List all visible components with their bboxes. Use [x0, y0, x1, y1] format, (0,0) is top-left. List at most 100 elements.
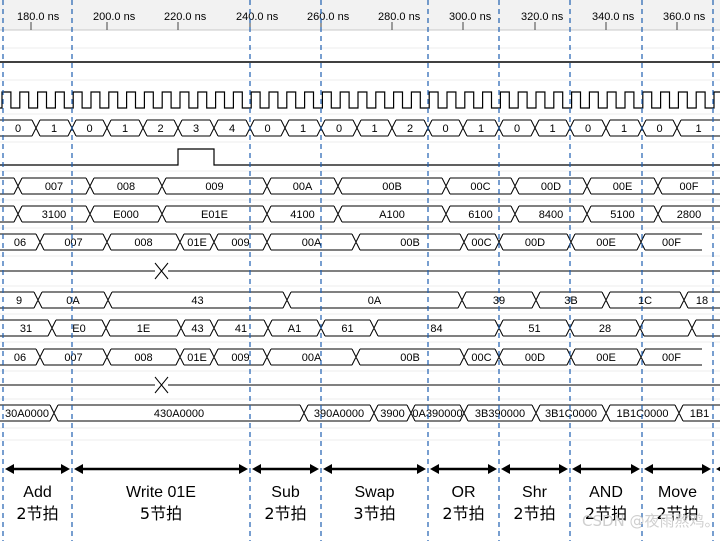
signal-row-data-bus: 31 E0 1E 43 41 A1 61 84 51 28 [0, 319, 720, 337]
bus-value: A1 [288, 323, 301, 335]
arrow-head-left [74, 464, 83, 474]
signal-row-pc: 007 008 009 00A 00B 00C 00D 00E 00F [0, 177, 720, 195]
bus-value: 009 [231, 352, 249, 364]
bus-value: 1E [137, 323, 150, 335]
signal-row-acc: 9 0A 43 0A 39 3B 1C 18 [0, 291, 720, 309]
bus-value: 0 [15, 123, 21, 135]
time-ruler[interactable]: 180.0 ns 200.0 ns 220.0 ns 240.0 ns 260.0 ns… [0, 0, 720, 31]
bus-value: 00D [541, 181, 561, 193]
bus-value: 1C [638, 295, 652, 307]
bus-value: 00E [596, 352, 616, 364]
bus-value: 00A [293, 181, 313, 193]
bus-value: 8400 [539, 209, 563, 221]
bus-value: E0 [72, 323, 85, 335]
bus-value: 3B [564, 295, 577, 307]
instruction-name: OR [452, 484, 476, 501]
bus-value: 51 [528, 323, 540, 335]
bus-value: 6100 [468, 209, 492, 221]
instruction-5: OR 2节拍 [430, 464, 497, 523]
signal-row-write-pulse [0, 148, 720, 166]
bus-value: 43 [191, 323, 203, 335]
bus-value: 06 [14, 237, 26, 249]
ruler-tick-label: 200.0 ns [93, 11, 136, 23]
instruction-beats: 2节拍 [264, 504, 306, 523]
bus-value: 00C [470, 181, 490, 193]
bus-value: 00D [525, 352, 545, 364]
bus-value: 0 [86, 123, 92, 135]
signal-row-address-bus: 06 007 008 01E 009 00A 00B 00C 00D 00E 00F [0, 233, 702, 251]
bus-value: 1B1 [690, 408, 710, 420]
bus-value: 1 [122, 123, 128, 135]
bus-value: 4 [229, 123, 235, 135]
bus-value: 009 [205, 181, 223, 193]
bus-value: 1 [300, 123, 306, 135]
arrow-head-left [644, 464, 653, 474]
bus-value: 9 [16, 295, 22, 307]
bus-value: 008 [134, 237, 152, 249]
instruction-name: Shr [522, 484, 548, 501]
clock-wave [0, 91, 720, 109]
bus-value: 0 [514, 123, 520, 135]
bus-value: 1 [371, 123, 377, 135]
instruction-3: Sub 2节拍 [252, 464, 319, 523]
bus-value: 0 [264, 123, 270, 135]
signal-row-registers: 30A0000 430A0000 390A0000 3900 0A390000 3B390… [0, 404, 720, 422]
bus-value: 84 [430, 323, 442, 335]
bus-value: 28 [599, 323, 611, 335]
bus-value: 2 [407, 123, 413, 135]
signal-row-clock [0, 91, 720, 109]
bus-value: 007 [64, 352, 82, 364]
bus-value: A100 [379, 209, 405, 221]
ruler-tick-label: 340.0 ns [592, 11, 635, 23]
bus-value: 3 [193, 123, 199, 135]
arrow-head-right [488, 464, 497, 474]
ruler-tick-label: 260.0 ns [307, 11, 350, 23]
bus-value: 008 [134, 352, 152, 364]
arrow-head-right [61, 464, 70, 474]
bus-value: E000 [113, 209, 139, 221]
bus-value: 0A [66, 295, 80, 307]
bus-value: 00B [400, 237, 420, 249]
bus-value: 00F [680, 181, 699, 193]
bus-value: 008 [117, 181, 135, 193]
arrow-head-right [631, 464, 640, 474]
bus-value: 0A390000 [412, 408, 462, 420]
bus-value: 30A0000 [5, 408, 49, 420]
bus-value: 0 [336, 123, 342, 135]
arrow-head-right [310, 464, 319, 474]
arrow-head-left [501, 464, 510, 474]
bus-value: 00F [662, 352, 681, 364]
bus-outline [0, 319, 720, 337]
ruler-tick-label: 180.0 ns [17, 11, 60, 23]
strobe-wave [0, 376, 720, 394]
instruction-name: Add [23, 484, 51, 501]
instruction-name: Move [658, 484, 697, 501]
bus-value: 430A0000 [154, 408, 204, 420]
bus-value: 3B1C0000 [545, 408, 597, 420]
bus-value: 41 [235, 323, 247, 335]
signal-row-beat-counter: 0 1 0 1 2 3 4 0 1 0 1 2 0 1 0 1 0 1 0 1 [0, 119, 720, 137]
bus-value: 3900 [380, 408, 404, 420]
instruction-beats: 5节拍 [140, 504, 182, 523]
arrow-head-left [716, 466, 720, 472]
bus-value: 1 [51, 123, 57, 135]
arrow-head-right [559, 464, 568, 474]
arrow-head-left [430, 464, 439, 474]
instruction-2: Write 01E 5节拍 [74, 464, 248, 523]
waveform-view[interactable]: 180.0 ns 200.0 ns 220.0 ns 240.0 ns 260.0 ns… [0, 0, 720, 541]
bus-value: 00C [471, 237, 491, 249]
signal-waveforms: 0 1 0 1 2 3 4 0 1 0 1 2 0 1 0 1 0 1 0 1007 008 009 00A 00B 00C 00… [0, 61, 720, 422]
bus-value: 00B [382, 181, 402, 193]
bus-value: 0 [656, 123, 662, 135]
bus-value: 00B [400, 352, 420, 364]
instruction-beats: 2节拍 [442, 504, 484, 523]
bus-value: 0 [585, 123, 591, 135]
bus-value: 3100 [42, 209, 66, 221]
arrow-head-right [417, 464, 426, 474]
arrow-head-left [323, 464, 332, 474]
bus-value: 06 [14, 352, 26, 364]
strobe-wave [0, 262, 720, 280]
write-pulse-wave [0, 148, 720, 166]
bus-value: 00E [613, 181, 633, 193]
bus-value: 43 [191, 295, 203, 307]
